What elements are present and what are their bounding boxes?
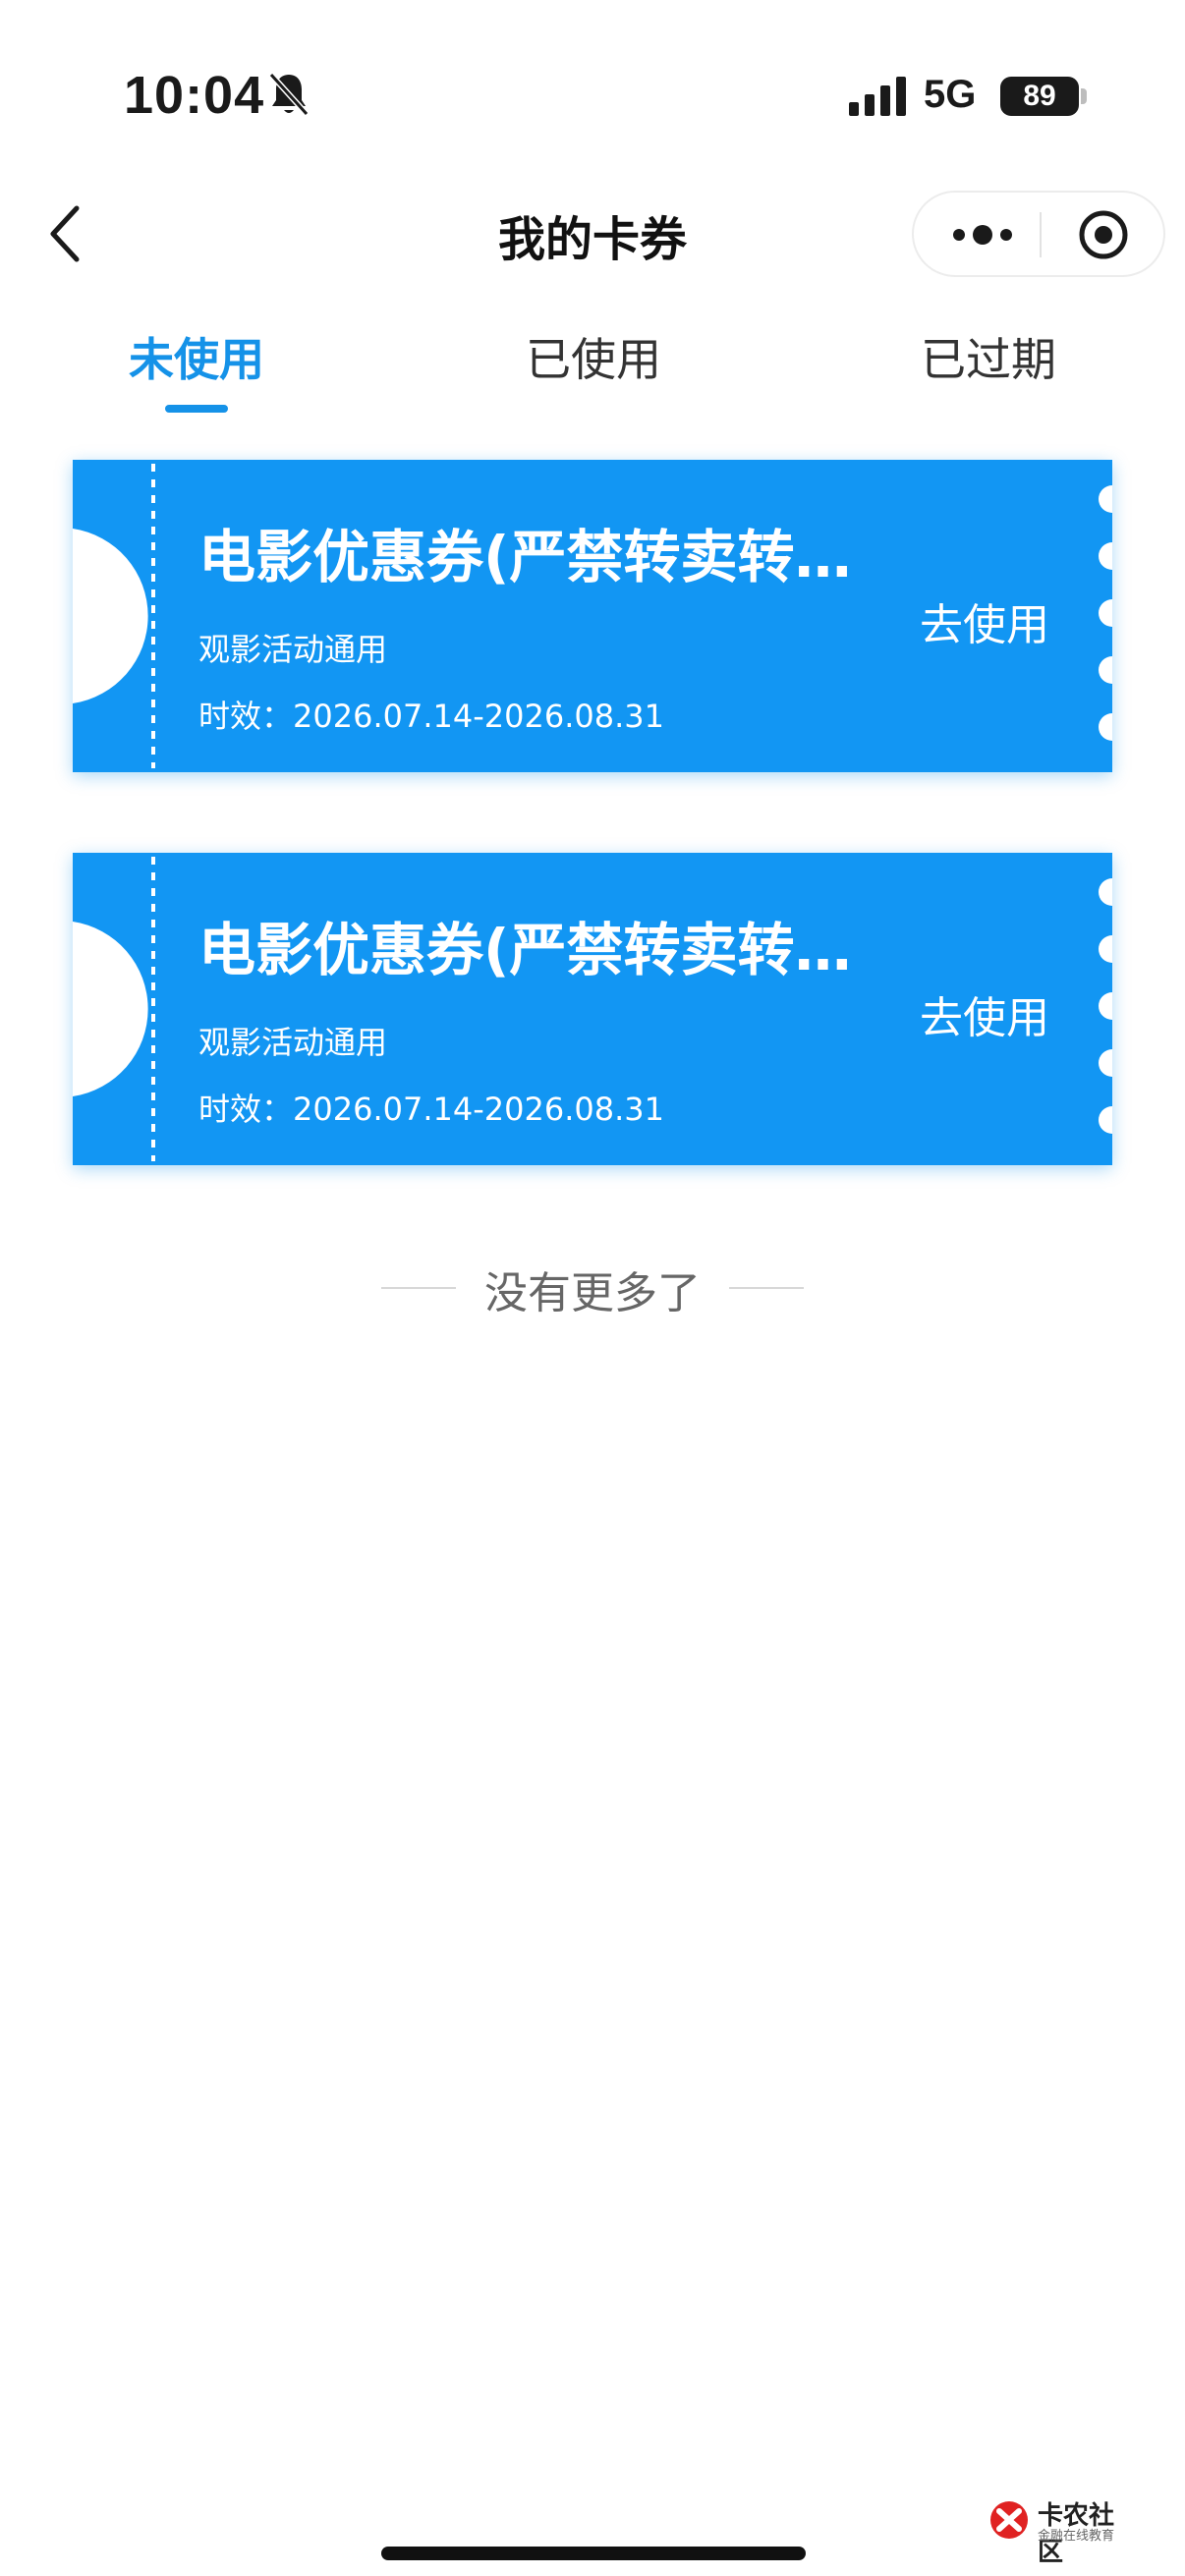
tab-bar: 未使用 已使用 已过期 [0,314,1185,422]
screen: 10:04 5G 89 我的卡券 未使用 已使用 已过期 电影优惠券(严禁转卖转… [0,0,1185,2576]
battery-icon: 89 [1000,77,1079,116]
bell-slash-icon [268,72,310,117]
status-bar: 10:04 5G 89 [0,0,1185,147]
mini-program-capsule [912,191,1165,277]
nav-bar: 我的卡券 [0,177,1185,285]
divider-right [729,1287,804,1289]
target-icon[interactable] [1059,206,1148,263]
watermark-logo: 卡农社区 金融在线教育 [988,2495,1138,2567]
no-more-text: 没有更多了 [484,1268,701,1318]
signal-icon [849,77,906,116]
no-more-indicator: 没有更多了 [0,1258,1185,1318]
tab-used[interactable]: 已使用 [495,324,692,389]
coupon-validity: 时效：2026.07.14-2026.08.31 [198,698,664,735]
tab-unused[interactable]: 未使用 [98,324,295,389]
status-time: 10:04 [124,66,265,125]
coupon-title: 电影优惠券(严禁转卖转… [198,524,852,590]
coupon-subtitle: 观影活动通用 [198,1024,388,1061]
use-coupon-button[interactable]: 去使用 [920,589,1049,652]
more-dots-icon[interactable] [933,206,1032,263]
capsule-divider [1040,212,1042,257]
home-indicator[interactable] [381,2547,806,2560]
coupon-subtitle: 观影活动通用 [198,631,388,668]
battery-tip [1081,88,1087,104]
tab-expired[interactable]: 已过期 [890,324,1087,389]
network-type: 5G [924,73,977,116]
coupon-validity: 时效：2026.07.14-2026.08.31 [198,1091,664,1128]
tab-indicator [165,405,228,413]
coupon-title: 电影优惠券(严禁转卖转… [198,917,852,983]
coupon-card[interactable]: 电影优惠券(严禁转卖转… 观影活动通用 时效：2026.07.14-2026.0… [73,460,1112,772]
kanong-logo-icon [990,2501,1028,2539]
coupon-card[interactable]: 电影优惠券(严禁转卖转… 观影活动通用 时效：2026.07.14-2026.0… [73,853,1112,1165]
use-coupon-button[interactable]: 去使用 [920,982,1049,1045]
watermark-subtitle: 金融在线教育 [1038,2529,1115,2544]
